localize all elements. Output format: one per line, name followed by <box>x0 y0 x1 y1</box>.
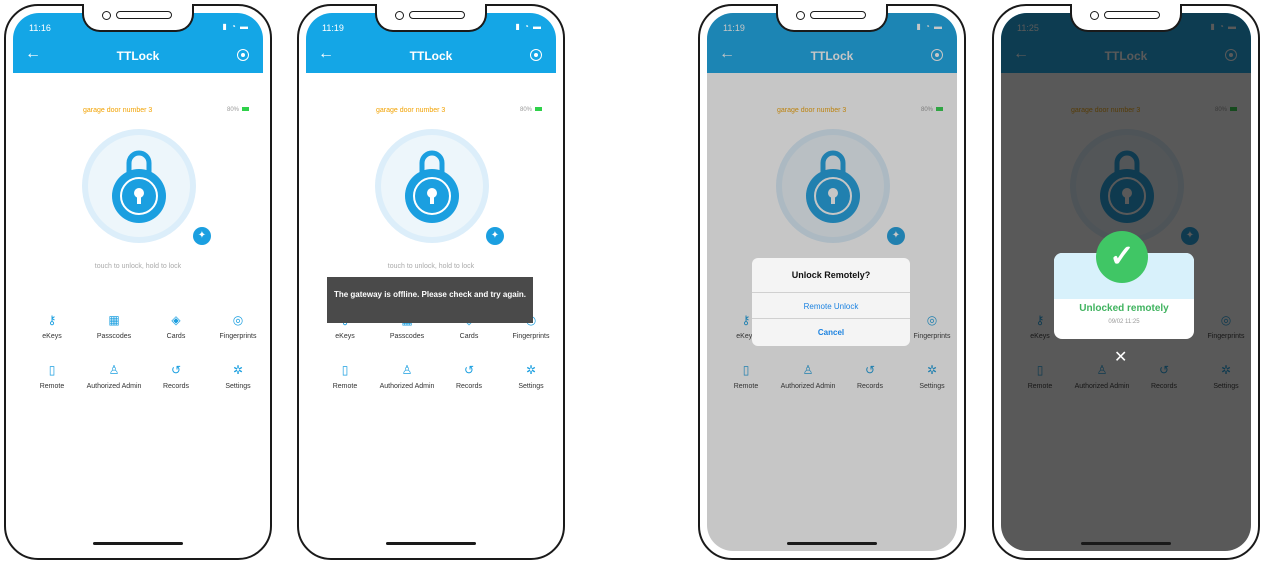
status-time: 11:19 <box>322 23 344 33</box>
signal-wifi-battery-icon: ▮ ◔ ▬ <box>222 22 249 31</box>
records-icon: ↺ <box>170 363 182 377</box>
feature-records[interactable]: ↺ Records <box>145 363 207 391</box>
settings-icon: ✲ <box>232 363 244 377</box>
unlock-ring[interactable] <box>381 135 483 237</box>
feature-ekey[interactable]: ⚷ eKeys <box>21 313 83 341</box>
feature-label: eKeys <box>335 333 355 340</box>
feature-label: Settings <box>518 383 544 390</box>
feature-admin[interactable]: ♙ Authorized Admin <box>83 363 145 391</box>
close-icon[interactable]: ✕ <box>1114 347 1127 367</box>
passcode-icon: ▦ <box>108 313 120 327</box>
nav-bar: ←TTLock <box>306 39 556 73</box>
ekey-icon: ⚷ <box>47 313 57 327</box>
app-title: TTLock <box>116 49 160 63</box>
remote-icon: ▯ <box>48 363 56 377</box>
feature-remote[interactable]: ▯ Remote <box>21 363 83 391</box>
success-card: ✓ Unlocked remotely 09/02 11:25 <box>1054 231 1194 339</box>
records-icon: ↺ <box>463 363 475 377</box>
admin-icon: ♙ <box>401 363 413 377</box>
notch <box>1070 4 1182 32</box>
check-icon: ✓ <box>1096 231 1148 283</box>
dialog-title: Unlock Remotely? <box>791 270 871 280</box>
feature-card[interactable]: ◈ Cards <box>145 313 207 341</box>
lock-name: garage door number 3 <box>83 107 153 114</box>
feature-label: Authorized Admin <box>379 383 435 390</box>
battery-level: 80% <box>226 107 239 113</box>
lock-hint: touch to unlock, hold to lock <box>94 263 182 270</box>
lock-icon <box>405 169 459 223</box>
home-indicator <box>1081 542 1171 545</box>
home-indicator <box>787 542 877 545</box>
success-datetime: 09/02 11:25 <box>1108 319 1140 325</box>
home-indicator <box>386 542 476 545</box>
remote-unlock-button[interactable]: Remote Unlock <box>752 302 910 311</box>
signal-wifi-battery-icon: ▮ ◔ ▬ <box>515 22 542 31</box>
unlock-ring[interactable] <box>88 135 190 237</box>
phone-1: 11:16 ▮ ◔ ▬ ← TTLock garage door number 3 80%… <box>4 4 272 560</box>
gateway-icon[interactable]: ✦ <box>193 227 211 245</box>
feature-settings[interactable]: ✲ Settings <box>207 363 263 391</box>
lock-hint: touch to unlock, hold to lock <box>387 263 475 270</box>
lock-name: garage door number 3 <box>376 107 446 114</box>
feature-label: Remote <box>332 383 358 390</box>
feature-fingerprint[interactable]: ◎ Fingerprints <box>207 313 263 341</box>
feature-passcode[interactable]: ▦ Passcodes <box>83 313 145 341</box>
remote-icon: ▯ <box>341 363 349 377</box>
feature-label: Settings <box>225 383 251 390</box>
unlock-remote-dialog: Unlock Remotely? Remote Unlock Cancel <box>752 258 910 346</box>
phone-4: 11:25▮ ◔ ▬←TTLockgarage door number 380%… <box>992 4 1260 560</box>
feature-label: Records <box>455 383 483 390</box>
gateway-icon[interactable]: ✦ <box>486 227 504 245</box>
battery-indicator: 80% <box>520 107 542 113</box>
feature-label: Authorized Admin <box>86 383 142 390</box>
feature-label: Cards <box>166 333 186 340</box>
feature-settings[interactable]: ✲ Settings <box>500 363 556 391</box>
admin-icon: ♙ <box>108 363 120 377</box>
notch <box>82 4 194 32</box>
status-time: 11:16 <box>29 23 51 33</box>
feature-label: eKeys <box>42 333 62 340</box>
feature-label: Passcodes <box>96 333 132 340</box>
feature-admin[interactable]: ♙ Authorized Admin <box>376 363 438 391</box>
success-title: Unlocked remotely <box>1079 303 1169 314</box>
screen: 11:25▮ ◔ ▬←TTLockgarage door number 380%… <box>1001 13 1251 551</box>
settings-gear-icon[interactable] <box>237 49 249 61</box>
feature-label: Fingerprints <box>512 333 550 340</box>
card-icon: ◈ <box>171 313 181 327</box>
settings-icon: ✲ <box>525 363 537 377</box>
feature-label: Fingerprints <box>219 333 257 340</box>
feature-label: Passcodes <box>389 333 425 340</box>
phone-3: 11:19 ▮ ◔ ▬ ← TTLock garage door number 3 80%… <box>698 4 966 560</box>
battery-indicator: 80% <box>227 107 249 113</box>
screen: 11:16 ▮ ◔ ▬ ← TTLock garage door number 3 80%… <box>13 13 263 551</box>
notch <box>375 4 487 32</box>
home-indicator <box>93 542 183 545</box>
screen: 11:19 ▮ ◔ ▬ ← TTLock garage door number 3 80%… <box>306 13 556 551</box>
phone-2: 11:19 ▮ ◔ ▬ ← TTLock garage door number 3 80%… <box>297 4 565 560</box>
feature-label: Remote <box>39 383 65 390</box>
battery-icon <box>535 107 542 112</box>
feature-remote[interactable]: ▯ Remote <box>314 363 376 391</box>
app-title: TTLock <box>409 49 453 63</box>
cancel-button[interactable]: Cancel <box>752 328 910 337</box>
screen: 11:19 ▮ ◔ ▬ ← TTLock garage door number 3 80%… <box>707 13 957 551</box>
feature-records[interactable]: ↺ Records <box>438 363 500 391</box>
battery-icon <box>242 107 249 112</box>
lock-icon <box>112 169 166 223</box>
feature-label: Cards <box>459 333 479 340</box>
fingerprint-icon: ◎ <box>232 313 244 327</box>
notch <box>776 4 888 32</box>
battery-level: 80% <box>519 107 532 113</box>
settings-gear-icon[interactable] <box>530 49 542 61</box>
feature-label: Records <box>162 383 190 390</box>
nav-bar: ←TTLock <box>13 39 263 73</box>
gateway-offline-toast: The gateway is offline. Please check and… <box>327 277 533 323</box>
